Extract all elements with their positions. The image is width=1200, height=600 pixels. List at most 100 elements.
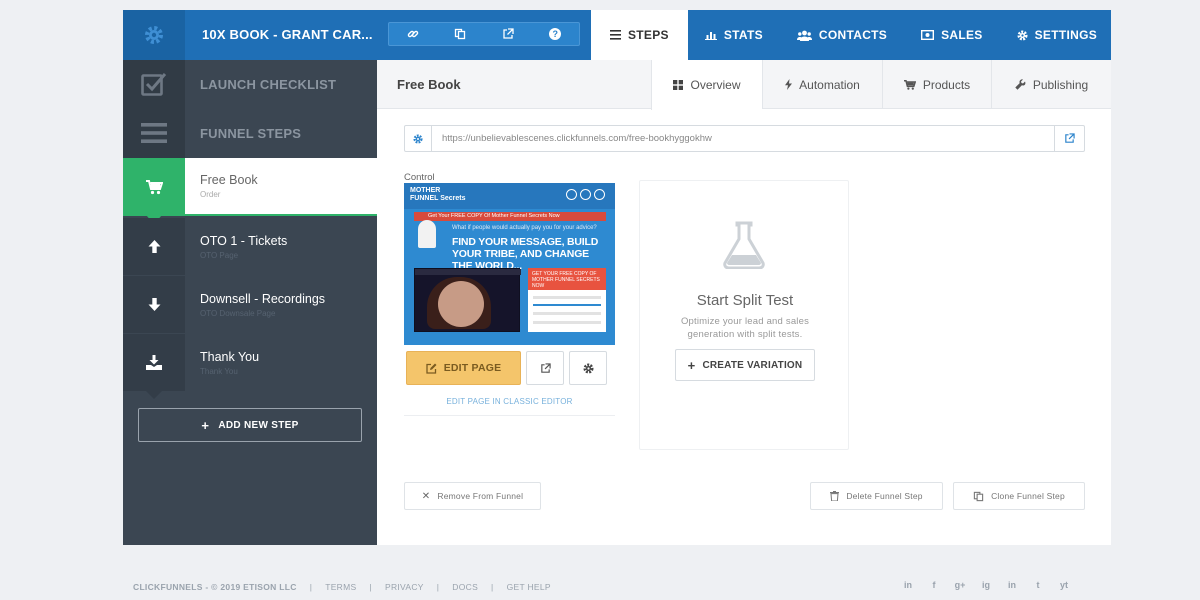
external-link-icon [540,362,551,373]
gear-icon [583,363,593,373]
footer-link-docs[interactable]: DOCS [452,582,478,592]
url-settings-button[interactable] [405,126,432,151]
step-subtabs: Overview Automation Products Publishing [651,60,1111,110]
page-settings-button[interactable] [569,351,607,385]
list-icon [610,30,621,40]
tab-stats-label: STATS [723,28,763,42]
funnel-icon-toolbar: ? [388,22,580,46]
copy-button[interactable] [437,23,485,45]
tab-stats[interactable]: STATS [688,10,780,60]
tab-sales-label: SALES [941,28,983,42]
plus-icon: + [687,357,696,373]
subtab-publishing[interactable]: Publishing [991,60,1111,109]
cart-icon [145,179,163,194]
subtab-automation[interactable]: Automation [762,60,882,109]
plus-icon: + [201,417,210,433]
step-name: Downsell - Recordings [200,291,326,306]
wrench-icon [1015,79,1026,90]
launch-checklist-icon-cell [123,60,185,108]
step-type: Thank You [200,366,238,376]
subtab-overview[interactable]: Overview [651,60,762,110]
delete-funnel-step-label: Delete Funnel Step [846,491,923,501]
tab-sales[interactable]: SALES [904,10,1000,60]
facebook-icon[interactable]: f [928,579,940,591]
main-tabs: STEPS STATS CONTACTS SALES SETTINGS [591,10,1114,60]
funnel-step-oto-1-tickets[interactable]: OTO 1 - Tickets OTO Page [123,218,377,275]
edit-in-classic-editor-link[interactable]: EDIT PAGE IN CLASSIC EDITOR [404,397,615,406]
step-icon-cell [123,276,185,333]
trash-icon [830,491,840,501]
step-label-block: OTO 1 - Tickets OTO Page [185,218,377,275]
tab-settings-label: SETTINGS [1034,28,1098,42]
subtab-automation-label: Automation [799,77,860,92]
step-label-block: Free Book Order [185,158,377,216]
split-test-title: Start Split Test [696,292,794,309]
bolt-icon [785,79,793,90]
launch-checklist-label: LAUNCH CHECKLIST [200,76,337,92]
footer-link-terms[interactable]: TERMS [325,582,356,592]
bar-chart-icon [704,32,717,40]
subtab-products[interactable]: Products [882,60,991,109]
app-window: 10X BOOK - GRANT CAR... ? STEPS STATS CO… [123,10,1111,545]
thumbnail-optin-form: GET YOUR FREE COPY OF MOTHER FUNNEL SECR… [528,268,606,332]
remove-from-funnel-button[interactable]: ✕ Remove From Funnel [404,482,541,510]
gear-icon [145,26,163,44]
step-type: OTO Downsale Page [200,308,276,318]
youtube-icon[interactable]: yt [1058,579,1070,591]
funnel-settings-gear-button[interactable] [123,10,185,60]
clone-funnel-step-label: Clone Funnel Step [991,491,1065,501]
funnel-step-free-book[interactable]: Free Book Order [123,158,377,216]
step-type: Order [200,190,221,199]
add-new-step-label: ADD NEW STEP [218,419,299,431]
google-plus-icon[interactable]: g+ [954,579,966,591]
footer-brand: CLICKFUNNELS - © 2019 ETISON LLC [133,582,297,592]
funnel-step-thank-you[interactable]: Thank You Thank You [123,334,377,391]
funnel-step-downsell-recordings[interactable]: Downsell - Recordings OTO Downsale Page [123,276,377,333]
twitter-icon[interactable]: t [1032,579,1044,591]
sidebar-funnel-steps[interactable]: FUNNEL STEPS [123,108,377,158]
linkedin-icon[interactable]: in [1006,579,1018,591]
top-bar: 10X BOOK - GRANT CAR... ? STEPS STATS CO… [123,10,1111,60]
footer-link-privacy[interactable]: PRIVACY [385,582,424,592]
remove-from-funnel-label: Remove From Funnel [437,491,524,501]
preview-page-button[interactable] [526,351,564,385]
open-url-button[interactable] [1054,126,1084,151]
external-link-icon [1065,133,1075,143]
step-icon-cell [123,334,185,391]
create-variation-button[interactable]: + CREATE VARIATION [675,349,815,381]
edit-page-button[interactable]: EDIT PAGE [406,351,521,385]
page-thumbnail[interactable]: MOTHER FUNNEL Secrets Get Your FREE COPY… [404,183,615,345]
step-name: Thank You [200,349,260,364]
footer-link-get-help[interactable]: GET HELP [507,582,551,592]
add-new-step-button[interactable]: + ADD NEW STEP [138,408,362,442]
footer: CLICKFUNNELS - © 2019 ETISON LLC | TERMS… [133,582,551,592]
instagram-icon[interactable]: ig [980,579,992,591]
funnel-steps-icon-cell [123,108,185,158]
main-content: Free Book Overview Automation Products P… [377,60,1111,545]
arrow-up-icon [148,240,160,253]
arrow-down-icon [148,298,160,311]
copy-icon [455,28,466,40]
help-button[interactable]: ? [532,23,580,45]
thumbnail-video [414,268,521,332]
tab-settings[interactable]: SETTINGS [1000,10,1114,60]
step-name: OTO 1 - Tickets [200,233,288,248]
help-icon: ? [549,28,562,40]
edit-page-label: EDIT PAGE [443,362,502,374]
copy-icon [973,491,984,501]
linkedin-box-icon[interactable]: in [902,579,914,591]
link-button[interactable] [389,23,437,45]
sidebar-launch-checklist[interactable]: LAUNCH CHECKLIST [123,60,377,108]
tab-steps[interactable]: STEPS [591,10,688,60]
subtab-products-label: Products [922,77,971,92]
open-external-button[interactable] [484,23,532,45]
split-test-description: Optimize your lead and sales generation … [680,316,810,340]
delete-funnel-step-button[interactable]: Delete Funnel Step [810,482,943,510]
step-list-end-pointer [146,391,162,399]
step-url-text[interactable]: https://unbelievablescenes.clickfunnels.… [432,126,1054,151]
clone-funnel-step-button[interactable]: Clone Funnel Step [953,482,1085,510]
money-icon [921,30,935,40]
tab-contacts[interactable]: CONTACTS [780,10,904,60]
cart-icon [903,79,916,90]
step-url-bar: https://unbelievablescenes.clickfunnels.… [404,125,1085,152]
